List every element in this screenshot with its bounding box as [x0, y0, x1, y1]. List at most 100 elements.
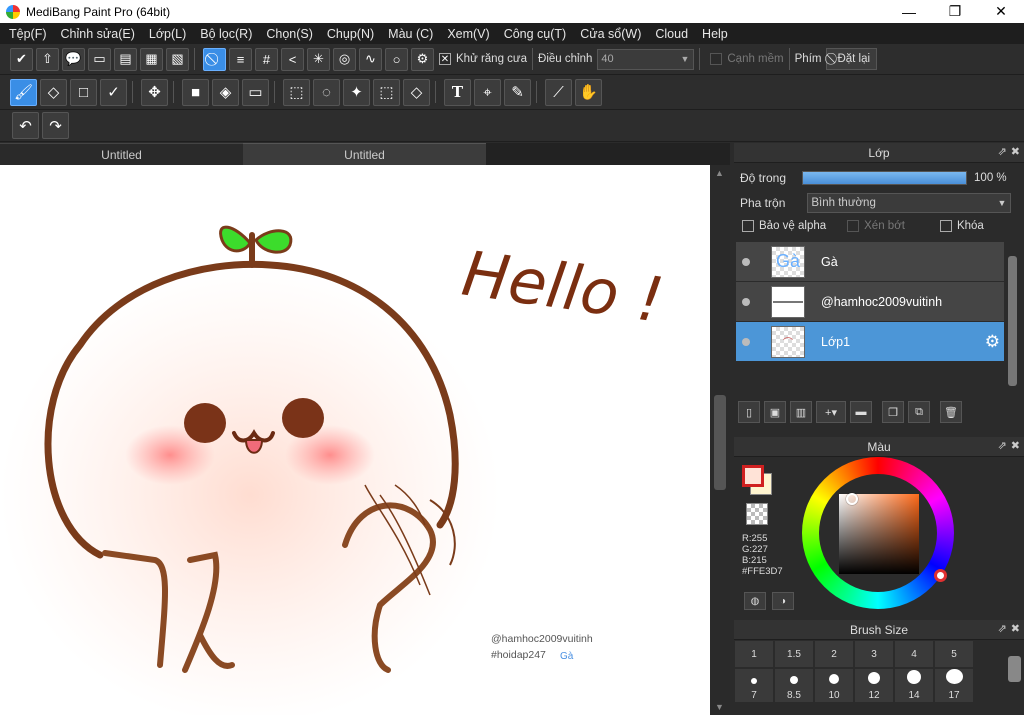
select-pen-icon[interactable]: ⬚ [373, 78, 400, 106]
visibility-icon[interactable] [742, 297, 750, 306]
menu-cloud[interactable]: Cloud [648, 27, 695, 41]
trash-icon[interactable]: 🗑 [940, 401, 962, 423]
panel-layout-icon[interactable]: ▦ [140, 47, 163, 71]
dot-tool-icon[interactable]: □ [70, 78, 97, 106]
color-settings-icon[interactable]: ◑ [772, 592, 794, 610]
snap-off-icon[interactable]: ⃠ [203, 47, 226, 71]
brush-size-cell[interactable]: 3 [854, 640, 894, 668]
protect-alpha-checkbox[interactable] [742, 220, 754, 232]
new-halftone-layer-icon[interactable]: ▣ [764, 401, 786, 423]
curve-snap-icon[interactable]: ∿ [359, 47, 382, 71]
parallel-snap-icon[interactable]: ≡ [229, 47, 252, 71]
magic-wand-icon[interactable]: ✦ [343, 78, 370, 106]
brush-size-cell[interactable]: 4 [894, 640, 934, 668]
duplicate-layer-icon[interactable]: ❐ [882, 401, 904, 423]
opacity-slider[interactable] [802, 170, 968, 185]
lasso-select-icon[interactable]: ◌ [313, 78, 340, 106]
menu-layer[interactable]: Lớp(L) [142, 27, 193, 41]
brush-size-cell[interactable]: 8.5 [774, 668, 814, 703]
brush-size-cell[interactable]: 14 [894, 668, 934, 703]
tab-untitled-1[interactable]: Untitled [0, 143, 243, 165]
minimize-button[interactable]: — [886, 0, 932, 23]
palette-icon[interactable]: ◍ [744, 592, 766, 610]
color-wheel[interactable] [802, 457, 954, 609]
circle-snap-icon[interactable]: ○ [385, 47, 408, 71]
scroll-up-icon[interactable]: ▲ [715, 168, 724, 178]
menu-filter[interactable]: Bộ lọc(R) [193, 27, 259, 41]
select-eraser-icon[interactable]: ◇ [403, 78, 430, 106]
gear-icon[interactable]: ⚙ [985, 332, 1000, 352]
share-icon[interactable]: ⇧ [36, 47, 59, 71]
menu-select[interactable]: Chọn(S) [259, 27, 320, 41]
soft-edge-checkbox[interactable] [710, 53, 723, 65]
page-icon[interactable]: ▤ [114, 47, 137, 71]
brush-scrollbar[interactable] [1004, 640, 1024, 715]
undock-icon[interactable]: ⇗ [998, 622, 1007, 635]
close-icon[interactable]: ✖ [1011, 145, 1020, 158]
close-button[interactable]: ✕ [978, 0, 1024, 23]
frame-tool-icon[interactable]: ▧ [166, 47, 189, 71]
scroll-thumb[interactable] [1008, 656, 1021, 682]
canvas-scrollbar[interactable]: ▲ ▼ [710, 165, 730, 715]
radial-snap-icon[interactable]: ✳ [307, 47, 330, 71]
blend-mode-select[interactable]: Bình thường ▼ [807, 192, 1012, 213]
menu-color[interactable]: Màu (C) [381, 27, 440, 41]
scroll-thumb[interactable] [1008, 256, 1017, 386]
menu-edit[interactable]: Chỉnh sửa(E) [54, 27, 142, 41]
brush-size-cell[interactable]: 1 [734, 640, 774, 668]
maximize-button[interactable]: ❐ [932, 0, 978, 23]
layer-item[interactable]: @hamhoc2009vuitinh [736, 282, 1004, 322]
hand-tool-icon[interactable]: ✋ [575, 78, 602, 106]
scroll-thumb[interactable] [714, 395, 726, 490]
concentric-snap-icon[interactable]: ◎ [333, 47, 356, 71]
scroll-down-icon[interactable]: ▼ [715, 702, 724, 712]
adjust-select[interactable]: 40 ▼ [597, 48, 695, 70]
text-tool-icon[interactable]: T [444, 78, 471, 106]
visibility-icon[interactable] [742, 257, 750, 266]
undock-icon[interactable]: ⇗ [998, 439, 1007, 452]
brush-size-cell[interactable]: 2 [814, 640, 854, 668]
tab-untitled-2[interactable]: Untitled [243, 143, 486, 165]
brush-size-cell[interactable]: 10 [814, 668, 854, 703]
menu-help[interactable]: Help [695, 27, 735, 41]
close-icon[interactable]: ✖ [1011, 622, 1020, 635]
merge-layer-icon[interactable]: ⧉ [908, 401, 930, 423]
antialias-checkbox[interactable]: ✕ [439, 53, 451, 65]
eraser-tool-icon[interactable]: ◇ [40, 78, 67, 106]
undo-icon[interactable]: ↶ [12, 112, 39, 139]
eyedropper-icon[interactable]: ⟋ [545, 78, 572, 106]
cloud-save-icon[interactable]: ✔ [10, 47, 33, 71]
brush-size-cell[interactable]: 5 [934, 640, 974, 668]
hue-picker-handle[interactable] [934, 569, 947, 582]
drawing-canvas[interactable]: Hello ! @hamhoc2009vuitinh #hoidap247 Gà [0, 165, 710, 715]
lock-option[interactable]: Khóa [935, 220, 984, 232]
comment-icon[interactable]: ▭ [88, 47, 111, 71]
brush-tool-icon[interactable]: 🖌 [10, 78, 37, 106]
gradient-tool-icon[interactable]: ▭ [242, 78, 269, 106]
brush-size-cell[interactable]: 1.5 [774, 640, 814, 668]
rect-select-icon[interactable]: ⬚ [283, 78, 310, 106]
perspective-snap-icon[interactable]: < [281, 47, 304, 71]
foreground-color-swatch[interactable] [742, 465, 764, 487]
folder-icon[interactable]: ▬ [850, 401, 872, 423]
menu-file[interactable]: Tệp(F) [2, 27, 54, 41]
close-icon[interactable]: ✖ [1011, 439, 1020, 452]
move-tool-icon[interactable]: ✥ [141, 78, 168, 106]
transparent-color-swatch[interactable] [746, 503, 768, 525]
grid-snap-icon[interactable]: # [255, 47, 278, 71]
brush-size-cell[interactable]: 7 [734, 668, 774, 703]
layer-item[interactable]: Gà Gà [736, 242, 1004, 282]
menu-window[interactable]: Cửa sổ(W) [573, 27, 648, 41]
brush-size-cell[interactable]: 12 [854, 668, 894, 703]
add-layer-menu-icon[interactable]: +▾ [816, 401, 846, 423]
clipping-option[interactable]: Xén bớt [842, 220, 905, 232]
brush-size-cell[interactable]: 17 [934, 668, 974, 703]
reset-button[interactable]: ⃠ Đặt lại [826, 48, 878, 70]
divide-tool-icon[interactable]: ⌖ [474, 78, 501, 106]
layer-item[interactable]: ⌒ Lớp1 ⚙ [736, 322, 1004, 362]
redo-icon[interactable]: ↷ [42, 112, 69, 139]
layer-scrollbar[interactable] [1006, 242, 1018, 397]
gear-icon[interactable]: ⚙ [411, 47, 434, 71]
speech-bubble-icon[interactable]: 💬 [62, 47, 85, 71]
protect-alpha-option[interactable]: Bảo vệ alpha [740, 220, 826, 232]
